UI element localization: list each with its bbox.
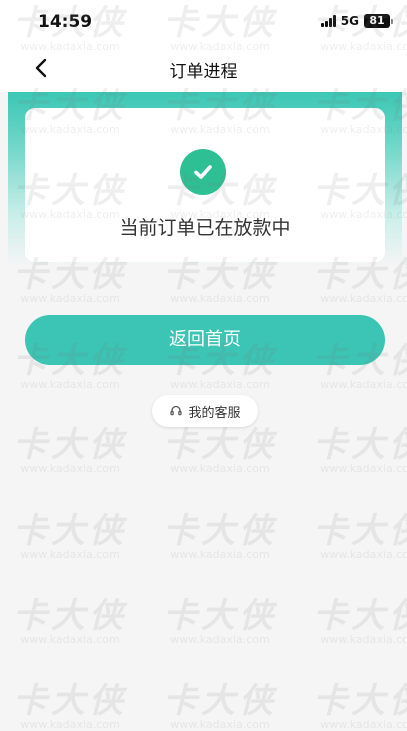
battery-level: 81: [364, 14, 390, 28]
watermark-url: www.kadaxia.com: [20, 718, 120, 731]
my-service-button[interactable]: 我的客服: [152, 395, 258, 427]
status-time: 14:59: [38, 12, 93, 32]
my-service-label: 我的客服: [188, 405, 241, 421]
nav-bar: 订单进程: [0, 44, 407, 92]
return-home-button[interactable]: 返回首页: [25, 315, 385, 365]
headset-icon: [170, 405, 183, 416]
status-indicators: 5G 81: [320, 14, 393, 28]
order-status-card: 当前订单已在放款中: [25, 108, 385, 262]
watermark-url: www.kadaxia.com: [170, 718, 270, 731]
battery-icon: 81: [364, 14, 393, 28]
watermark-url: www.kadaxia.com: [320, 718, 407, 731]
page-title: 订单进程: [169, 62, 238, 82]
main-content: 当前订单已在放款中 返回首页 我的客服: [8, 92, 402, 717]
network-label: 5G: [340, 14, 359, 28]
check-circle-icon: [180, 149, 226, 195]
order-status-message: 当前订单已在放款中: [119, 217, 291, 239]
status-bar: 14:59 5G 81: [0, 0, 407, 44]
signal-icon: [320, 15, 336, 27]
